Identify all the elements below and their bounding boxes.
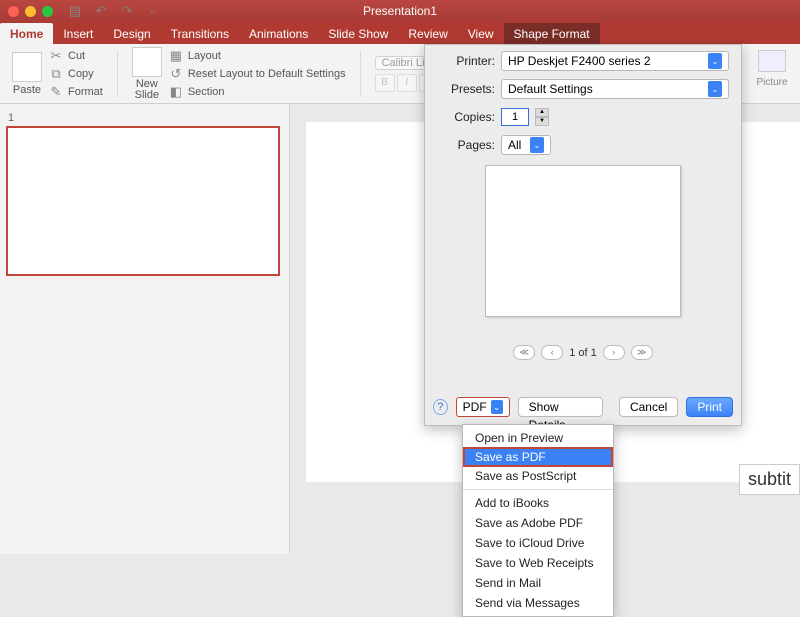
save-icon[interactable]: ▤ xyxy=(67,3,83,19)
section-icon: ◧ xyxy=(168,84,184,100)
menu-save-icloud[interactable]: Save to iCloud Drive xyxy=(463,533,613,553)
menu-save-as-pdf[interactable]: Save as PDF xyxy=(463,447,613,467)
menu-send-mail[interactable]: Send in Mail xyxy=(463,573,613,593)
page-indicator: 1 of 1 xyxy=(569,347,597,359)
undo-icon[interactable]: ↶ xyxy=(93,3,109,19)
first-page-button[interactable]: ≪ xyxy=(513,345,535,360)
new-slide-icon[interactable] xyxy=(132,47,162,77)
copies-stepper[interactable]: ▲▼ xyxy=(535,108,549,126)
doc-icon[interactable]: ▫ xyxy=(145,3,161,19)
menu-save-web-receipts[interactable]: Save to Web Receipts xyxy=(463,553,613,573)
close-window[interactable] xyxy=(8,6,19,17)
menu-send-messages[interactable]: Send via Messages xyxy=(463,593,613,613)
tab-transitions[interactable]: Transitions xyxy=(161,23,239,44)
menu-add-ibooks[interactable]: Add to iBooks xyxy=(463,493,613,513)
subtitle-placeholder[interactable]: subtit xyxy=(739,464,800,495)
show-details-button[interactable]: Show Details xyxy=(518,397,603,417)
titlebar: ▤ ↶ ↷ ▫ Presentation1 xyxy=(0,0,800,22)
slide-thumbnails: 1 xyxy=(0,104,290,554)
redo-icon[interactable]: ↷ xyxy=(119,3,135,19)
copies-label: Copies: xyxy=(437,110,495,124)
section-button[interactable]: ◧Section xyxy=(168,84,346,100)
prev-page-button[interactable]: ‹ xyxy=(541,345,563,360)
thumb-number: 1 xyxy=(8,112,283,124)
slide-thumb-1[interactable] xyxy=(6,126,280,276)
chevron-updown-icon: ⌄ xyxy=(708,81,722,97)
menu-save-postscript[interactable]: Save as PostScript xyxy=(463,466,613,486)
italic-button[interactable]: I xyxy=(397,74,417,92)
picture-group: Picture xyxy=(754,50,790,88)
print-dialog: Printer: HP Deskjet F2400 series 2 ⌄ Pre… xyxy=(424,44,742,426)
menu-divider xyxy=(463,489,613,490)
presets-select[interactable]: Default Settings ⌄ xyxy=(501,79,729,99)
tab-view[interactable]: View xyxy=(458,23,504,44)
printer-select[interactable]: HP Deskjet F2400 series 2 ⌄ xyxy=(501,51,729,71)
window-controls xyxy=(8,6,53,17)
tab-shape-format[interactable]: Shape Format xyxy=(504,23,600,44)
pages-label: Pages: xyxy=(437,138,495,152)
tab-insert[interactable]: Insert xyxy=(53,23,103,44)
cut-button[interactable]: ✂Cut xyxy=(48,48,103,64)
printer-label: Printer: xyxy=(437,54,495,68)
tab-slideshow[interactable]: Slide Show xyxy=(318,23,398,44)
copy-icon: ⧉ xyxy=(48,66,64,82)
help-button[interactable]: ? xyxy=(433,399,448,415)
format-painter-icon: ✎ xyxy=(48,84,64,100)
ribbon-tabs: Home Insert Design Transitions Animation… xyxy=(0,22,800,44)
cut-icon: ✂ xyxy=(48,48,64,64)
format-button[interactable]: ✎Format xyxy=(48,84,103,100)
cancel-button[interactable]: Cancel xyxy=(619,397,678,417)
chevron-updown-icon: ⌄ xyxy=(530,137,544,153)
tab-home[interactable]: Home xyxy=(0,23,53,44)
tab-animations[interactable]: Animations xyxy=(239,23,318,44)
zoom-window[interactable] xyxy=(42,6,53,17)
quick-access-toolbar: ▤ ↶ ↷ ▫ xyxy=(67,3,161,19)
chevron-down-icon: ⌄ xyxy=(491,400,503,414)
tab-design[interactable]: Design xyxy=(103,23,160,44)
copies-input[interactable] xyxy=(501,108,529,126)
presets-label: Presets: xyxy=(437,82,495,96)
minimize-window[interactable] xyxy=(25,6,36,17)
print-button[interactable]: Print xyxy=(686,397,733,417)
bold-button[interactable]: B xyxy=(375,74,395,92)
next-page-button[interactable]: › xyxy=(603,345,625,360)
chevron-updown-icon: ⌄ xyxy=(708,53,722,69)
layout-button[interactable]: ▦Layout xyxy=(168,48,346,64)
page-navigator: ≪ ‹ 1 of 1 › ≫ xyxy=(425,345,741,360)
new-slide-label: New Slide xyxy=(135,79,159,101)
print-preview xyxy=(485,165,681,317)
reset-button[interactable]: ↺Reset Layout to Default Settings xyxy=(168,66,346,82)
reset-icon: ↺ xyxy=(168,66,184,82)
pdf-menu: Open in Preview Save as PDF Save as Post… xyxy=(462,424,614,617)
layout-icon: ▦ xyxy=(168,48,184,64)
paste-label: Paste xyxy=(13,84,41,96)
last-page-button[interactable]: ≫ xyxy=(631,345,653,360)
picture-icon[interactable] xyxy=(758,50,786,72)
window-title: Presentation1 xyxy=(363,4,437,18)
paste-icon[interactable] xyxy=(12,52,42,82)
tab-review[interactable]: Review xyxy=(398,23,457,44)
pages-select[interactable]: All ⌄ xyxy=(501,135,551,155)
menu-open-preview[interactable]: Open in Preview xyxy=(463,428,613,448)
menu-save-adobe-pdf[interactable]: Save as Adobe PDF xyxy=(463,513,613,533)
pdf-dropdown-button[interactable]: PDF ⌄ xyxy=(456,397,510,417)
copy-button[interactable]: ⧉Copy xyxy=(48,66,103,82)
